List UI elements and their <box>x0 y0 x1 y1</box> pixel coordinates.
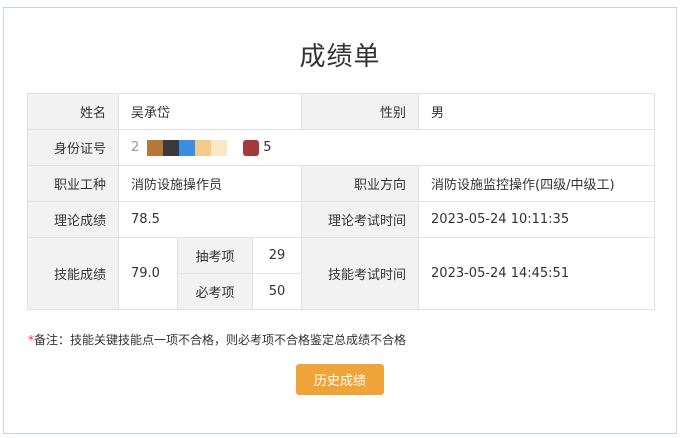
id-first-char: 2 <box>131 140 140 155</box>
must-label: 必考项 <box>177 273 253 310</box>
transcript-card: 成绩单 姓名 吴承岱 性别 男 身份证号 2 5 职业工种 消防设施操作员 职业… <box>3 7 677 434</box>
name-label: 姓名 <box>27 93 119 130</box>
name-value: 吴承岱 <box>117 93 303 130</box>
draw-label: 抽考项 <box>177 237 253 274</box>
id-label: 身份证号 <box>27 129 119 166</box>
draw-value: 29 <box>251 237 303 274</box>
id-mask-block <box>179 139 196 156</box>
note: *备注：技能关键技能点一项不合格，则必考项不合格鉴定总成绩不合格 <box>28 331 406 348</box>
skill-value: 79.0 <box>118 237 178 310</box>
table-row: 职业工种 消防设施操作员 职业方向 消防设施监控操作(四级/中级工) <box>27 165 656 202</box>
must-value: 50 <box>251 273 303 310</box>
id-mask-block <box>227 139 244 156</box>
theory-label: 理论成绩 <box>27 201 119 238</box>
id-mask-block <box>147 139 164 156</box>
direction-value: 消防设施监控操作(四级/中级工) <box>418 165 656 202</box>
table-row: 理论成绩 78.5 理论考试时间 2023-05-24 10:11:35 <box>27 201 656 238</box>
gender-value: 男 <box>418 93 656 130</box>
id-mask-block <box>195 139 212 156</box>
theory-time-label: 理论考试时间 <box>301 201 420 238</box>
history-scores-button[interactable]: 历史成绩 <box>296 364 384 395</box>
gender-label: 性别 <box>301 93 420 130</box>
job-label: 职业工种 <box>27 165 119 202</box>
skill-time-value: 2023-05-24 14:45:51 <box>418 237 656 310</box>
id-mask-block <box>211 139 228 156</box>
id-value: 2 5 <box>117 129 656 166</box>
job-value: 消防设施操作员 <box>117 165 303 202</box>
table-row: 身份证号 2 5 <box>27 129 656 166</box>
theory-value: 78.5 <box>117 201 303 238</box>
table-row: 技能成绩 79.0 抽考项 29 技能考试时间 2023-05-24 14:45… <box>27 237 656 310</box>
note-text: 备注：技能关键技能点一项不合格，则必考项不合格鉴定总成绩不合格 <box>34 333 407 347</box>
direction-label: 职业方向 <box>301 165 420 202</box>
id-mask-block <box>163 139 180 156</box>
id-last-char: 5 <box>263 140 272 155</box>
skill-label: 技能成绩 <box>27 237 119 310</box>
page-title: 成绩单 <box>299 42 381 72</box>
table-row: 姓名 吴承岱 性别 男 <box>27 93 656 130</box>
theory-time-value: 2023-05-24 10:11:35 <box>418 201 656 238</box>
transcript-table: 姓名 吴承岱 性别 男 身份证号 2 5 职业工种 消防设施操作员 职业方向 消… <box>27 93 656 310</box>
id-mask-block <box>243 139 260 156</box>
skill-time-label: 技能考试时间 <box>301 237 420 310</box>
